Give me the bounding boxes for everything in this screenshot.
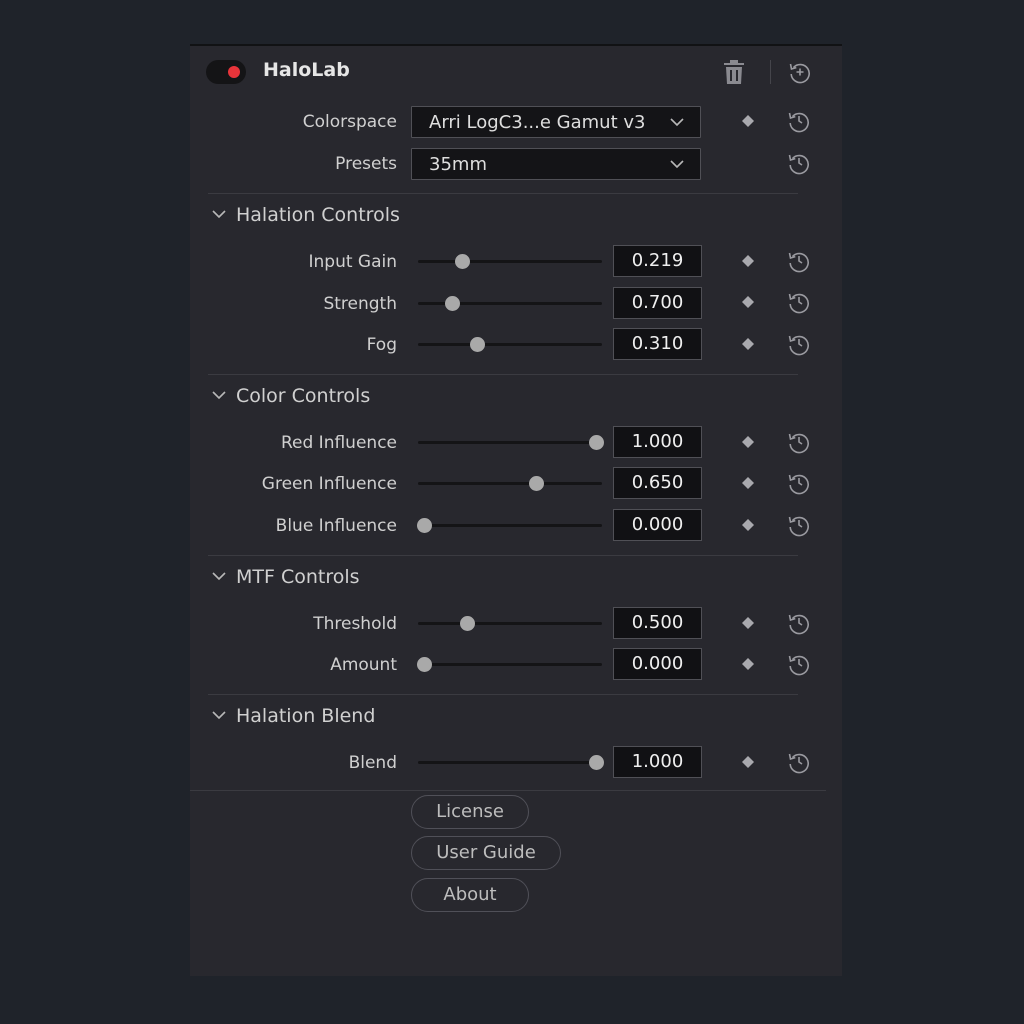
reset-icon[interactable] xyxy=(787,471,811,495)
green-influence-slider[interactable] xyxy=(418,476,602,491)
input-gain-slider[interactable] xyxy=(418,254,602,269)
keyframe-diamond-icon[interactable] xyxy=(742,617,754,629)
strength-slider[interactable] xyxy=(418,296,602,311)
slider-knob[interactable] xyxy=(444,296,460,311)
reset-icon[interactable] xyxy=(787,513,811,537)
param-label: Threshold xyxy=(313,614,397,634)
enabled-indicator xyxy=(228,66,240,78)
input-gain-field[interactable]: 0.219 xyxy=(613,245,702,277)
blend-slider[interactable] xyxy=(418,755,604,770)
fog-field[interactable]: 0.310 xyxy=(613,328,702,360)
keyframe-diamond-icon[interactable] xyxy=(742,115,754,127)
strength-field[interactable]: 0.700 xyxy=(613,287,702,319)
reset-icon[interactable] xyxy=(787,290,811,314)
section-separator xyxy=(208,555,798,556)
reset-icon[interactable] xyxy=(787,611,811,635)
section-title: Color Controls xyxy=(236,385,371,407)
slider-knob[interactable] xyxy=(454,254,470,269)
reset-icon[interactable] xyxy=(787,109,811,133)
chevron-down-icon xyxy=(212,710,226,719)
section-header-color-controls[interactable]: Color Controls xyxy=(212,385,370,407)
colorspace-dropdown[interactable]: Arri LogC3...e Gamut v3 xyxy=(411,106,701,138)
chevron-down-icon xyxy=(212,390,226,399)
section-header-halation-blend[interactable]: Halation Blend xyxy=(212,705,375,727)
green-influence-field[interactable]: 0.650 xyxy=(613,467,702,499)
keyframe-diamond-icon[interactable] xyxy=(742,756,754,768)
reset-icon[interactable] xyxy=(787,430,811,454)
slider-knob[interactable] xyxy=(589,435,604,450)
param-label: Strength xyxy=(323,294,397,314)
threshold-field[interactable]: 0.500 xyxy=(613,607,702,639)
amount-field[interactable]: 0.000 xyxy=(613,648,702,680)
slider-knob[interactable] xyxy=(589,755,604,770)
section-separator xyxy=(208,694,798,695)
blue-influence-slider[interactable] xyxy=(417,518,602,533)
plugin-panel: HaloLab Colorspace Arri LogC3...e Gamut … xyxy=(190,44,842,976)
footer-separator xyxy=(190,790,826,791)
header-divider xyxy=(770,60,771,84)
blue-influence-field[interactable]: 0.000 xyxy=(613,509,702,541)
about-button[interactable]: About xyxy=(411,878,529,912)
keyframe-diamond-icon[interactable] xyxy=(742,296,754,308)
section-separator xyxy=(208,374,798,375)
red-influence-slider[interactable] xyxy=(418,435,604,450)
slider-knob[interactable] xyxy=(470,337,486,352)
keyframe-diamond-icon[interactable] xyxy=(742,338,754,350)
keyframe-diamond-icon[interactable] xyxy=(742,519,754,531)
param-label: Amount xyxy=(330,655,397,675)
slider-knob[interactable] xyxy=(417,518,432,533)
presets-value: 35mm xyxy=(429,154,487,175)
enable-toggle[interactable] xyxy=(206,60,246,84)
user-guide-button[interactable]: User Guide xyxy=(411,836,561,870)
section-header-halation-controls[interactable]: Halation Controls xyxy=(212,204,400,226)
slider-knob[interactable] xyxy=(528,476,544,491)
slider-knob[interactable] xyxy=(460,616,475,631)
reset-icon[interactable] xyxy=(787,750,811,774)
threshold-slider[interactable] xyxy=(418,616,602,631)
reset-all-icon[interactable] xyxy=(788,60,812,84)
reset-icon[interactable] xyxy=(787,151,811,175)
param-label: Blend xyxy=(348,753,397,773)
section-header-mtf-controls[interactable]: MTF Controls xyxy=(212,566,360,588)
blend-field[interactable]: 1.000 xyxy=(613,746,702,778)
param-label: Green Influence xyxy=(261,474,397,494)
section-separator xyxy=(208,193,798,194)
param-label: Input Gain xyxy=(308,252,397,272)
colorspace-value: Arri LogC3...e Gamut v3 xyxy=(429,112,646,133)
slider-knob[interactable] xyxy=(417,657,432,672)
reset-icon[interactable] xyxy=(787,332,811,356)
chevron-down-icon xyxy=(212,209,226,218)
param-label: Red Influence xyxy=(280,433,397,453)
reset-icon[interactable] xyxy=(787,652,811,676)
red-influence-field[interactable]: 1.000 xyxy=(613,426,702,458)
reset-icon[interactable] xyxy=(787,249,811,273)
keyframe-diamond-icon[interactable] xyxy=(742,255,754,267)
param-label: Fog xyxy=(366,335,397,355)
section-title: MTF Controls xyxy=(236,566,360,588)
fog-slider[interactable] xyxy=(418,337,602,352)
section-title: Halation Controls xyxy=(236,204,400,226)
keyframe-diamond-icon[interactable] xyxy=(742,477,754,489)
chevron-down-icon xyxy=(670,160,684,169)
colorspace-label: Colorspace xyxy=(302,112,397,132)
chevron-down-icon xyxy=(212,571,226,580)
amount-slider[interactable] xyxy=(417,657,602,672)
presets-label: Presets xyxy=(335,154,397,174)
chevron-down-icon xyxy=(670,118,684,127)
section-title: Halation Blend xyxy=(236,705,376,727)
plugin-title: HaloLab xyxy=(263,59,350,81)
trash-icon[interactable] xyxy=(723,59,745,85)
keyframe-diamond-icon[interactable] xyxy=(742,436,754,448)
presets-dropdown[interactable]: 35mm xyxy=(411,148,701,180)
param-label: Blue Influence xyxy=(275,516,397,536)
keyframe-diamond-icon[interactable] xyxy=(742,658,754,670)
license-button[interactable]: License xyxy=(411,795,529,829)
